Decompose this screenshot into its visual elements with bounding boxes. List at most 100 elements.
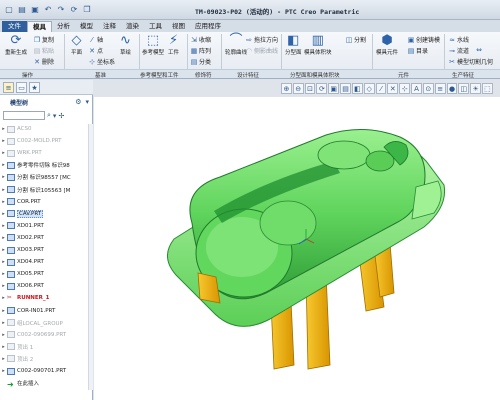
layers-icon[interactable]: ≡ xyxy=(434,83,446,94)
tree-node[interactable]: ▸ XD05.PRT xyxy=(0,269,88,279)
tree-search-input[interactable] xyxy=(3,111,45,120)
undo-icon[interactable]: ↶ xyxy=(42,3,54,15)
group-label-parting[interactable]: 分型面和模具体积块 xyxy=(290,71,340,79)
point-button[interactable]: ✕ 点 xyxy=(88,46,103,56)
save-icon[interactable]: ▣ xyxy=(29,3,41,15)
view-manager-icon[interactable]: ▣ xyxy=(328,83,340,94)
expand-arrow-icon[interactable]: ▸ xyxy=(0,235,7,241)
split-button[interactable]: ◫ 分割 xyxy=(345,35,366,45)
group-label-design-features[interactable]: 设计特征 xyxy=(237,71,259,79)
zoom-out-icon[interactable]: ⊖ xyxy=(292,83,304,94)
saved-views-icon[interactable]: ▤ xyxy=(340,83,351,94)
tree-node[interactable]: ▸ XD02.PRT xyxy=(0,233,88,243)
expand-arrow-icon[interactable]: ▸ xyxy=(0,162,7,168)
category-button[interactable]: ▤ 分类 xyxy=(190,57,211,67)
expand-arrow-icon[interactable]: ▸ xyxy=(0,271,7,277)
tab-mold[interactable]: 模具 xyxy=(27,21,52,32)
shrink-button[interactable]: ⇲ 收缩 xyxy=(190,35,211,45)
expand-arrow-icon[interactable]: ▸ xyxy=(0,174,7,180)
expand-arrow-icon[interactable]: ▸ xyxy=(0,283,7,289)
graphics-window[interactable] xyxy=(94,97,500,400)
expand-arrow-icon[interactable]: ▸ xyxy=(0,356,7,362)
plane-button[interactable]: ◇ 平面 xyxy=(71,34,82,57)
tree-node[interactable]: ▸ COR-IN01.PRT xyxy=(0,306,88,316)
render-icon[interactable]: ☀ xyxy=(470,83,482,94)
pin-icon[interactable]: ✢ xyxy=(58,112,64,120)
expand-arrow-icon[interactable]: ▸ xyxy=(0,126,7,132)
expand-arrow-icon[interactable]: ▸ xyxy=(0,223,7,229)
repaint-icon[interactable]: ⟳ xyxy=(316,83,328,94)
tree-node[interactable]: ▸ 分割 标识105563 [M xyxy=(0,185,88,195)
tab-model[interactable]: 模型 xyxy=(75,21,98,32)
tree-node[interactable]: ▸ 组LOCAL_GROUP xyxy=(0,318,88,328)
tab-file[interactable]: 文件 xyxy=(2,21,27,32)
csys-button[interactable]: ⊹ 坐标系 xyxy=(88,57,115,67)
group-label-components[interactable]: 元件 xyxy=(398,71,409,79)
expand-arrow-icon[interactable]: ▸ xyxy=(0,308,7,314)
tree-settings-icon[interactable]: ⚙ xyxy=(75,98,81,106)
parting-surface-button[interactable]: ◧ 分型面 xyxy=(285,34,302,57)
tree-scrollbar[interactable] xyxy=(88,124,93,390)
tab-view[interactable]: 视图 xyxy=(167,21,190,32)
zoom-in-icon[interactable]: ⊕ xyxy=(281,83,292,94)
regenerate-button[interactable]: ⟳ 重新生成 xyxy=(5,34,27,57)
expand-arrow-icon[interactable]: ▸ xyxy=(0,368,7,374)
expand-arrow-icon[interactable]: ▸ xyxy=(0,150,7,156)
tree-node[interactable]: ▸ COR.PRT xyxy=(0,197,88,207)
create-casting-button[interactable]: ▣ 创建铸模 xyxy=(407,35,440,45)
show-icon[interactable]: ▾ xyxy=(53,112,57,120)
catalog-button[interactable]: ▤ 目录 xyxy=(407,46,428,56)
pattern-button[interactable]: ▦ 阵列 xyxy=(190,46,211,56)
profile-curve-button[interactable]: ⌒ 轮廓曲线 xyxy=(225,34,247,57)
annotation-icon[interactable]: A xyxy=(411,83,422,94)
drag-direction-button[interactable]: ⇨ 拖拉方向 xyxy=(245,35,278,45)
expand-arrow-icon[interactable]: ▸ xyxy=(0,295,7,301)
tab-applications[interactable]: 应用程序 xyxy=(190,21,226,32)
tree-node[interactable]: ➜ 在此插入 xyxy=(0,378,88,389)
refit-icon[interactable]: ⊡ xyxy=(304,83,316,94)
expand-arrow-icon[interactable]: ▸ xyxy=(0,187,7,193)
tree-node[interactable]: ▸ CAV.PRT xyxy=(0,209,88,219)
favorites-tab-icon[interactable]: ★ xyxy=(29,82,40,93)
spin-center-icon[interactable]: ⊙ xyxy=(422,83,434,94)
silhouette-curve-button[interactable]: ◠ 侧影曲线 xyxy=(245,46,278,56)
redo-icon[interactable]: ↷ xyxy=(55,3,67,15)
tree-node[interactable]: ▸ C002-090699.PRT xyxy=(0,330,88,340)
tree-node[interactable]: ▸ ACS0 xyxy=(0,124,88,134)
tab-tools[interactable]: 工具 xyxy=(144,21,167,32)
tree-filters-icon[interactable]: ▾ xyxy=(85,98,89,106)
model-tree-tab-icon[interactable]: ≡ xyxy=(3,82,14,93)
regenerate-icon[interactable]: ⟳ xyxy=(68,3,80,15)
appearance-icon[interactable]: ● xyxy=(446,83,458,94)
tree-node[interactable]: ▸ 分割 标识98557 [MC xyxy=(0,172,88,182)
group-label-operations[interactable]: 操作 xyxy=(22,71,33,79)
datum-axes-icon[interactable]: ⁄ xyxy=(375,83,387,94)
group-label-production[interactable]: 生产特征 xyxy=(452,71,474,79)
expand-arrow-icon[interactable]: ▸ xyxy=(0,247,7,253)
copy-button[interactable]: ❐ 复制 xyxy=(33,35,54,45)
tree-node[interactable]: ▸ XD01.PRT xyxy=(0,221,88,231)
new-icon[interactable]: ▢ xyxy=(3,3,15,15)
tree-node[interactable]: ▸ C002-090701.PRT xyxy=(0,366,88,376)
tab-render[interactable]: 渲染 xyxy=(121,21,144,32)
tab-annotate[interactable]: 注释 xyxy=(98,21,121,32)
tree-node[interactable]: ▸ XD06.PRT xyxy=(0,281,88,291)
runner-button[interactable]: ⊸ 流道 xyxy=(448,46,469,56)
datum-points-icon[interactable]: ✕ xyxy=(387,83,399,94)
mold-component-button[interactable]: ⬢ 模具元件 xyxy=(376,34,398,57)
expand-arrow-icon[interactable]: ▸ xyxy=(0,138,7,144)
folder-browser-tab-icon[interactable]: ▭ xyxy=(16,82,27,93)
sketch-button[interactable]: ∿ 草绘 xyxy=(120,34,131,57)
datum-csys-icon[interactable]: ⊹ xyxy=(399,83,411,94)
tree-node[interactable]: ▸ 顶出 1 xyxy=(0,342,88,352)
tree-node[interactable]: ▸ 参考零件切除 标识98 xyxy=(0,160,88,170)
delete-button[interactable]: ✕ 删除 xyxy=(33,57,54,67)
perspective-icon[interactable]: ⬚ xyxy=(482,83,493,94)
datum-planes-icon[interactable]: ◇ xyxy=(363,83,375,94)
expand-arrow-icon[interactable]: ▸ xyxy=(0,344,7,350)
group-label-ref-model[interactable]: 参考模型和工件 xyxy=(140,71,179,79)
open-icon[interactable]: ▤ xyxy=(16,3,28,15)
workpiece-button[interactable]: ⚡ 工件 xyxy=(168,34,179,57)
expand-arrow-icon[interactable]: ▸ xyxy=(0,332,7,338)
ref-model-button[interactable]: ⬚ 参考模型 xyxy=(142,34,164,57)
